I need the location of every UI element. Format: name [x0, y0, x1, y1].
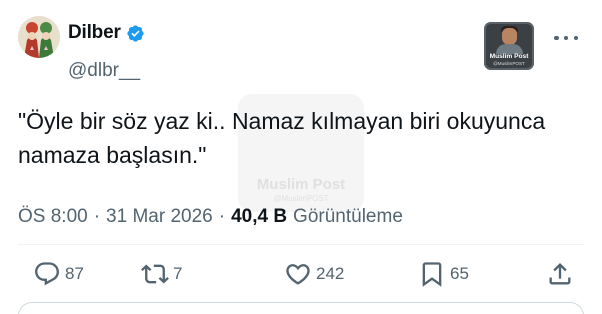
source-logo-title: Muslim Post	[489, 53, 529, 60]
heart-icon	[286, 264, 310, 285]
bookmark-button[interactable]: 65	[418, 256, 469, 292]
share-upload-icon	[549, 263, 571, 285]
source-logo-subtitle: @MuslimPOST	[493, 61, 525, 66]
share-button[interactable]	[546, 256, 574, 292]
avatar-illustration	[18, 16, 60, 58]
author-name-row: Dilber	[68, 22, 145, 44]
retweet-count: 7	[173, 264, 183, 283]
verified-badge-icon[interactable]	[126, 24, 145, 43]
reply-button[interactable]: 87	[33, 256, 84, 292]
author-avatar[interactable]	[18, 16, 60, 58]
more-options-icon[interactable]	[552, 30, 580, 46]
tweet-date[interactable]: 31 Mar 2026	[106, 206, 213, 228]
tweet-meta: ÖS 8:00 · 31 Mar 2026 · 40,4 B Görüntüle…	[18, 206, 403, 228]
reply-count: 87	[65, 264, 84, 283]
logo-face	[502, 28, 517, 45]
like-count: 242	[316, 264, 345, 283]
bookmark-count: 65	[450, 264, 469, 283]
tweet-time[interactable]: ÖS 8:00	[18, 206, 88, 228]
meta-separator: ·	[93, 206, 101, 227]
author-handle[interactable]: @dlbr__	[68, 60, 140, 82]
views-label: Görüntüleme	[293, 206, 403, 227]
author-display-name[interactable]: Dilber	[68, 22, 121, 44]
speech-bubble-icon	[35, 262, 59, 286]
meta-separator: ·	[218, 206, 226, 227]
retweet-button[interactable]: 7	[141, 256, 182, 292]
watermark-text: Muslim Post	[256, 176, 346, 193]
source-logo: Muslim Post @MuslimPOST	[484, 22, 534, 70]
next-card-edge	[18, 302, 584, 314]
tweet-text: "Öyle bir söz yaz ki.. Namaz kılmayan bi…	[18, 108, 546, 168]
tweet-card: Dilber @dlbr__ Muslim Post @MuslimPOST M…	[0, 0, 602, 314]
retweet-arrows-icon	[141, 264, 169, 284]
like-button[interactable]: 242	[284, 256, 344, 292]
views-count[interactable]: 40,4 B	[231, 206, 287, 228]
actions-divider	[18, 244, 584, 245]
tweet-actions: 87 7 242 65	[18, 256, 584, 292]
watermark-subtext: @MuslimPOST	[273, 194, 329, 203]
bookmark-icon	[422, 262, 442, 287]
